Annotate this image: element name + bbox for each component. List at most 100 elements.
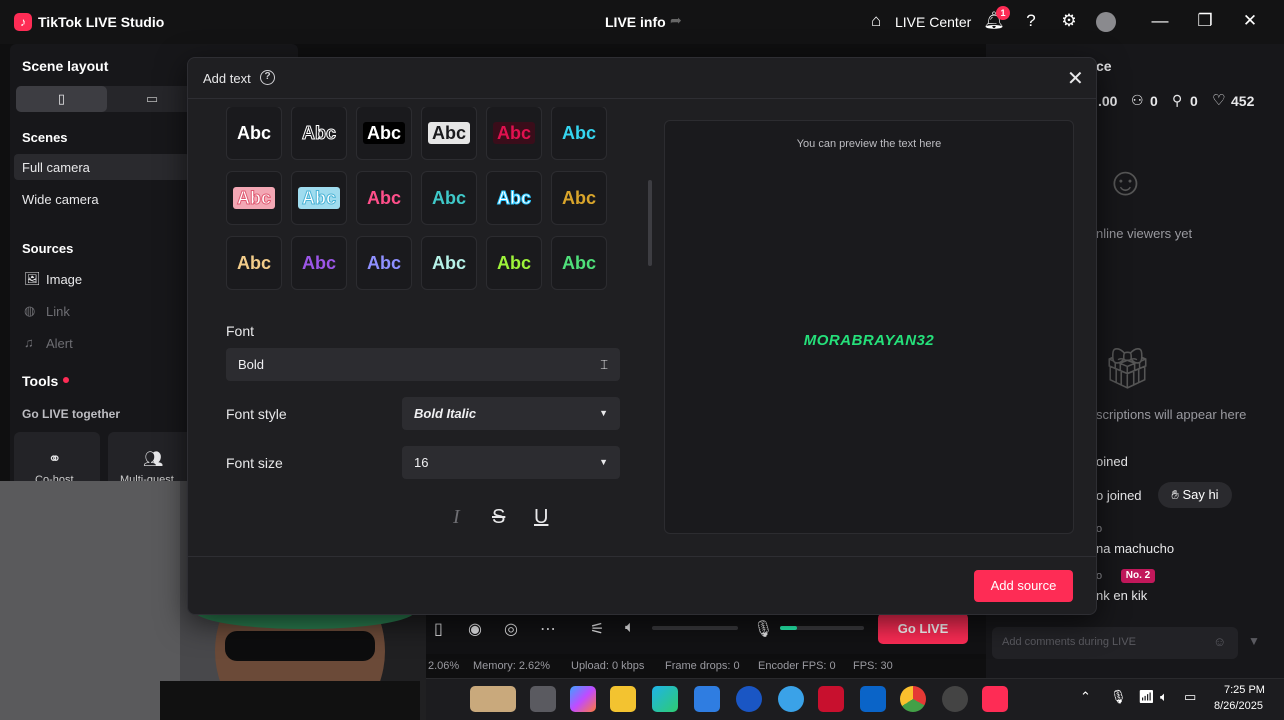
stat-followers: 0	[1190, 93, 1198, 109]
text-style-tile[interactable]: Abc	[291, 171, 347, 225]
preview-hint: You can preview the text here	[796, 138, 942, 150]
tiktok-studio-taskbar-icon[interactable]	[982, 686, 1008, 712]
text-style-tile[interactable]: Abc	[291, 106, 347, 160]
chrome-icon[interactable]	[900, 686, 926, 712]
close-icon[interactable]: ✕	[1067, 66, 1084, 91]
underline-icon[interactable]: U	[534, 506, 548, 529]
task-view-icon[interactable]	[530, 686, 556, 712]
link-icon: ⚭	[48, 451, 62, 468]
live-center-link[interactable]: LIVE Center	[895, 14, 971, 30]
wifi-icon[interactable]: 📶︎	[1138, 689, 1155, 705]
sliders-icon[interactable]: ⚟	[590, 619, 604, 639]
text-style-sample: Abc	[301, 253, 336, 273]
mic-icon[interactable]: 🎙︎	[753, 619, 773, 639]
tools-heading: Tools	[22, 373, 59, 389]
text-style-sample: Abc	[492, 122, 535, 144]
text-style-tile[interactable]: Abc	[421, 236, 477, 290]
volume-slider[interactable]	[652, 626, 738, 630]
scene-wide-camera[interactable]: Wide camera	[22, 192, 99, 207]
text-style-tile[interactable]: Abc	[291, 236, 347, 290]
tips-icon[interactable]	[778, 686, 804, 712]
source-link[interactable]: Link	[46, 304, 70, 319]
italic-icon[interactable]: I	[453, 506, 460, 529]
speaker-icon[interactable]: 🔈︎	[625, 619, 635, 637]
battery-icon[interactable]: ▭	[1184, 689, 1196, 705]
gear-icon[interactable]: ⚙	[1058, 10, 1080, 32]
phone-icon[interactable]: ▯	[434, 619, 443, 639]
text-style-tile[interactable]: Abc	[551, 171, 607, 225]
text-preview-panel	[664, 120, 1074, 534]
font-label: Font	[226, 323, 255, 339]
outlook-icon[interactable]	[860, 686, 886, 712]
stat-likes: 452	[1231, 93, 1255, 109]
text-style-tile[interactable]: Abc	[486, 106, 542, 160]
stat-viewers: 0	[1150, 93, 1158, 109]
window-close-icon[interactable]: ✕	[1239, 10, 1261, 32]
source-image[interactable]: Image	[46, 272, 82, 287]
font-size-dropdown[interactable]: 16 ▼	[402, 446, 620, 479]
text-style-tile[interactable]: Abc	[356, 236, 412, 290]
text-style-tile[interactable]: Abc	[551, 106, 607, 160]
clock-date[interactable]: 8/26/2025	[1214, 700, 1263, 712]
strikethrough-icon[interactable]: S	[492, 506, 505, 529]
text-style-tile[interactable]: Abc	[226, 236, 282, 290]
send-icon[interactable]: ▼	[1248, 634, 1260, 648]
text-style-tile[interactable]: Abc	[551, 236, 607, 290]
screenshot-icon[interactable]: ◎	[504, 619, 518, 639]
text-style-tile[interactable]: Abc	[226, 171, 282, 225]
store-icon[interactable]	[694, 686, 720, 712]
font-size-value: 16	[414, 455, 429, 470]
source-alert[interactable]: Alert	[46, 336, 73, 351]
font-style-dropdown[interactable]: Bold Italic ▼	[402, 397, 620, 430]
text-style-tile[interactable]: Abc	[226, 106, 282, 160]
hp-icon[interactable]	[736, 686, 762, 712]
scrollbar[interactable]	[648, 180, 652, 266]
text-style-tile[interactable]: Abc	[356, 171, 412, 225]
font-dropdown[interactable]: Bold ⌶	[226, 348, 620, 381]
copilot-icon[interactable]	[570, 686, 596, 712]
help-icon[interactable]: ?	[260, 70, 275, 85]
text-style-sample: Abc	[232, 187, 275, 209]
add-source-button[interactable]: Add source	[974, 570, 1073, 602]
font-style-value: Bold Italic	[414, 406, 477, 421]
text-style-tile[interactable]: Abc	[486, 171, 542, 225]
emoji-icon[interactable]: ☺	[1213, 634, 1226, 649]
scene-layout-heading: Scene layout	[22, 58, 109, 74]
record-icon[interactable]: ◉	[468, 619, 482, 639]
widget-icon[interactable]	[470, 686, 516, 712]
help-icon[interactable]: ?	[1020, 10, 1042, 32]
avatar[interactable]	[1096, 12, 1116, 32]
image-icon: 🖼︎	[24, 271, 41, 286]
app-icon[interactable]	[942, 686, 968, 712]
text-style-sample: Abc	[431, 188, 466, 208]
volume-icon[interactable]: 🔈︎	[1160, 689, 1168, 705]
go-live-button[interactable]: Go LIVE	[878, 613, 968, 644]
text-style-tile[interactable]: Abc	[356, 106, 412, 160]
scene-full-camera[interactable]: Full camera	[22, 160, 90, 175]
vertical-layout-icon[interactable]: ▯	[16, 86, 107, 112]
text-style-tile[interactable]: Abc	[421, 171, 477, 225]
horizontal-layout-icon[interactable]: ▭	[108, 86, 196, 112]
clock-time[interactable]: 7:25 PM	[1224, 684, 1265, 696]
say-hi-button[interactable]: ✋︎ Say hi	[1158, 482, 1232, 508]
chevron-up-icon[interactable]: ⌃	[1080, 689, 1091, 705]
restore-icon[interactable]: ❐	[1194, 10, 1216, 32]
text-style-sample: Abc	[561, 188, 596, 208]
feed-joined-header: oined	[1096, 454, 1128, 469]
live-info-title[interactable]: LIVE info	[605, 14, 666, 30]
more-icon[interactable]: ⋯	[540, 619, 556, 639]
share-icon[interactable]: ➦	[670, 12, 682, 29]
notification-badge: 1	[996, 6, 1010, 20]
viewers-icon: ⚇	[1131, 92, 1144, 108]
followers-icon: ⚲	[1172, 92, 1183, 108]
rank-badge: No. 2	[1121, 569, 1155, 583]
text-style-tile[interactable]: Abc	[421, 106, 477, 160]
home-icon[interactable]: ⌂	[871, 11, 881, 31]
text-style-tile[interactable]: Abc	[486, 236, 542, 290]
minimize-icon[interactable]: —	[1149, 10, 1171, 32]
mic-tray-icon[interactable]: 🎙︎	[1110, 689, 1127, 705]
mcafee-icon[interactable]	[818, 686, 844, 712]
file-explorer-icon[interactable]	[610, 686, 636, 712]
tiktok-logo-icon: ♪	[14, 13, 32, 31]
edge-icon[interactable]	[652, 686, 678, 712]
